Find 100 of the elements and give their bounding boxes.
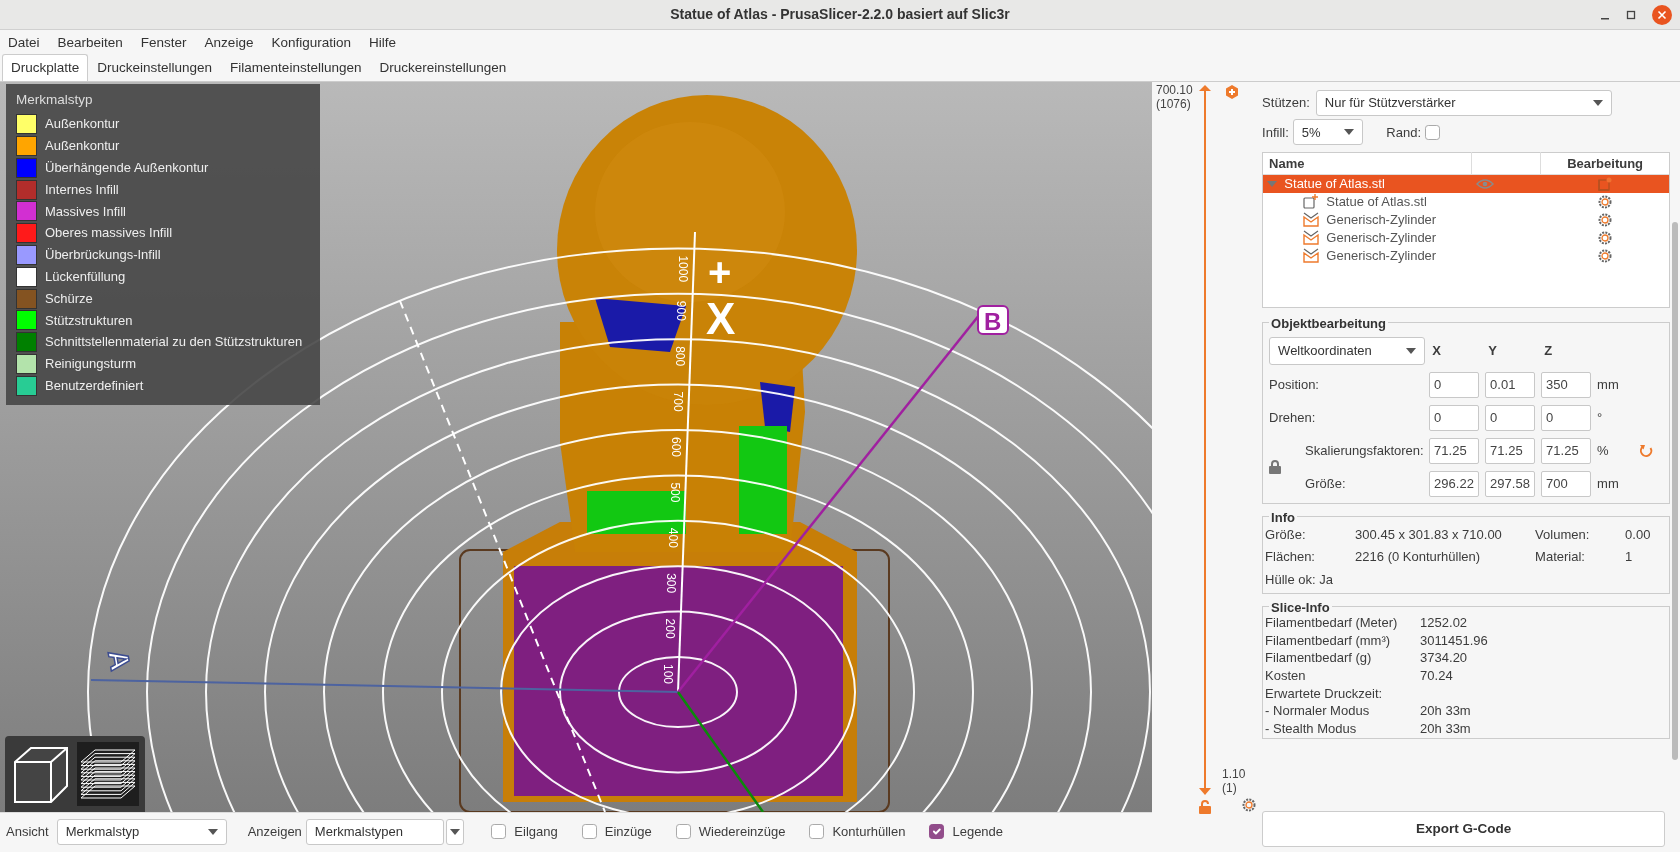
caret-icon (1592, 100, 1603, 106)
ring-label: 1000 (676, 255, 691, 283)
unit-label: ° (1597, 409, 1604, 427)
legend-label: Benutzerdefiniert (45, 376, 144, 395)
caret-icon (1406, 347, 1417, 354)
tab[interactable]: Filamenteinstellungen (221, 53, 371, 81)
field-label: Größe: (1304, 475, 1347, 493)
layers-icon[interactable] (77, 742, 139, 806)
gear-icon[interactable] (1598, 212, 1613, 227)
menu-item[interactable]: Hilfe (366, 30, 398, 56)
legend-label: Massives Infill (45, 202, 126, 221)
number-field[interactable]: 71.25 (1485, 437, 1536, 464)
menu-item[interactable]: Fenster (138, 30, 189, 56)
number-field[interactable]: 0.01 (1485, 371, 1536, 398)
field-label: Position: (1269, 376, 1320, 394)
layer-value: 1.10 (1222, 768, 1246, 782)
checkbox[interactable] (675, 824, 691, 839)
checkbox-label: Einzüge (604, 822, 652, 841)
lock-icon[interactable] (1269, 460, 1282, 475)
number-field[interactable]: 0 (1541, 404, 1592, 431)
info-label: Kosten (1265, 668, 1307, 684)
part-icon (1303, 194, 1320, 210)
ring-label: 600 (669, 437, 684, 458)
checkbox[interactable] (809, 824, 825, 839)
tab[interactable]: Druckplatte (2, 53, 89, 81)
number-field[interactable]: 297.58 (1485, 470, 1536, 497)
info-value: 1 (1625, 548, 1634, 567)
view-label: Ansicht (6, 822, 49, 841)
checkbox[interactable] (1425, 124, 1441, 140)
number-field[interactable]: 71.25 (1541, 437, 1592, 464)
tree-row[interactable]: Generisch-Zylinder (1263, 228, 1670, 247)
number-field[interactable]: 0 (1429, 371, 1480, 398)
tab[interactable]: Druckereinstellungen (370, 53, 516, 81)
number-field[interactable]: 71.25 (1429, 437, 1480, 464)
info-value: 3734.20 (1420, 650, 1469, 667)
info-value: 20h 33m (1420, 720, 1472, 737)
caret-icon (449, 828, 460, 835)
gear-icon[interactable] (1598, 248, 1613, 263)
scrollbar[interactable] (1672, 222, 1678, 760)
info-label: - Stealth Modus (1265, 720, 1358, 737)
checkbox[interactable] (581, 824, 597, 839)
tree-row[interactable]: Generisch-Zylinder (1263, 246, 1670, 265)
legend-label: Stützstrukturen (45, 311, 133, 330)
number-field[interactable]: 0 (1429, 404, 1480, 431)
tree-row[interactable]: Statue of Atlas.stl (1263, 192, 1670, 211)
infill-select[interactable]: 5% (1292, 119, 1363, 146)
legend-label: Überbrückungs-Infill (45, 246, 161, 265)
number-field[interactable]: 296.22 (1429, 470, 1480, 497)
field-label: Rand: (1386, 123, 1422, 142)
legend-label: Internes Infill (45, 180, 119, 199)
show-combo-field[interactable]: Merkmalstypen (305, 818, 444, 845)
legend-label: Schnittstellenmaterial zu den Stützstrukturen (45, 333, 303, 352)
number-field[interactable]: 700 (1541, 470, 1592, 497)
info-label: Filamentbedarf (Meter) (1265, 615, 1399, 631)
axis-label: A (102, 647, 137, 673)
ring-label: 700 (671, 391, 686, 412)
number-field[interactable]: 350 (1541, 371, 1592, 398)
info-label: Filamentbedarf (mm³) (1265, 632, 1392, 649)
ring-label: 900 (674, 300, 689, 321)
info-text: Hülle ok: Ja (1265, 570, 1335, 589)
checkbox-label: Legende (952, 822, 1004, 841)
modifier-icon (1303, 212, 1320, 228)
gear-icon[interactable] (1242, 798, 1256, 812)
add-icon[interactable] (1225, 85, 1239, 99)
column-header: Bearbeitung (1566, 154, 1645, 173)
info-label: Filamentbedarf (g) (1265, 650, 1373, 667)
tree-row[interactable]: Generisch-Zylinder (1263, 210, 1670, 229)
coordinates-select[interactable]: Weltkoordinaten (1269, 336, 1426, 365)
ring-label: 500 (667, 482, 682, 503)
menu-item[interactable]: Bearbeiten (55, 30, 125, 56)
window-title: Statue of Atlas - PrusaSlicer-2.2.0 basiert auf Slic3r (670, 5, 1010, 24)
close-icon[interactable] (1652, 5, 1672, 25)
supports-select[interactable]: Nur für Stützverstärker (1315, 90, 1612, 116)
export-button[interactable]: Export G-Code (1262, 810, 1666, 847)
info-label: Material: (1535, 548, 1586, 567)
legend-label: Oberes massives Infill (45, 224, 173, 243)
checkbox[interactable] (491, 824, 507, 839)
column-header: Name (1268, 154, 1306, 173)
menu-item[interactable]: Anzeige (202, 30, 256, 56)
menu-item[interactable]: Datei (6, 30, 42, 56)
undo-icon[interactable] (1639, 443, 1654, 458)
field-label: Infill: (1262, 123, 1289, 142)
info-label: Volumen: (1535, 525, 1591, 544)
unlock-icon[interactable] (1199, 800, 1211, 814)
ring-label: 200 (662, 618, 677, 639)
maximize-icon[interactable] (1626, 10, 1636, 20)
tab[interactable]: Druckeinstellungen (88, 53, 222, 81)
legend-title: Merkmalstyp (16, 91, 94, 109)
gear-icon[interactable] (1598, 230, 1613, 245)
unit-label: mm (1597, 475, 1620, 493)
checkbox[interactable] (929, 824, 945, 839)
axis-label: X (706, 294, 736, 343)
gear-icon[interactable] (1598, 194, 1613, 209)
dropdown-button[interactable] (445, 818, 464, 845)
number-field[interactable]: 0 (1485, 404, 1536, 431)
menu-item[interactable]: Konfiguration (269, 30, 353, 56)
layer-slider-track[interactable] (1198, 84, 1212, 796)
axis-sign: + (708, 250, 732, 294)
info-value: 20h 33m (1420, 703, 1472, 719)
view-select[interactable]: Merkmalstyp (56, 818, 227, 845)
